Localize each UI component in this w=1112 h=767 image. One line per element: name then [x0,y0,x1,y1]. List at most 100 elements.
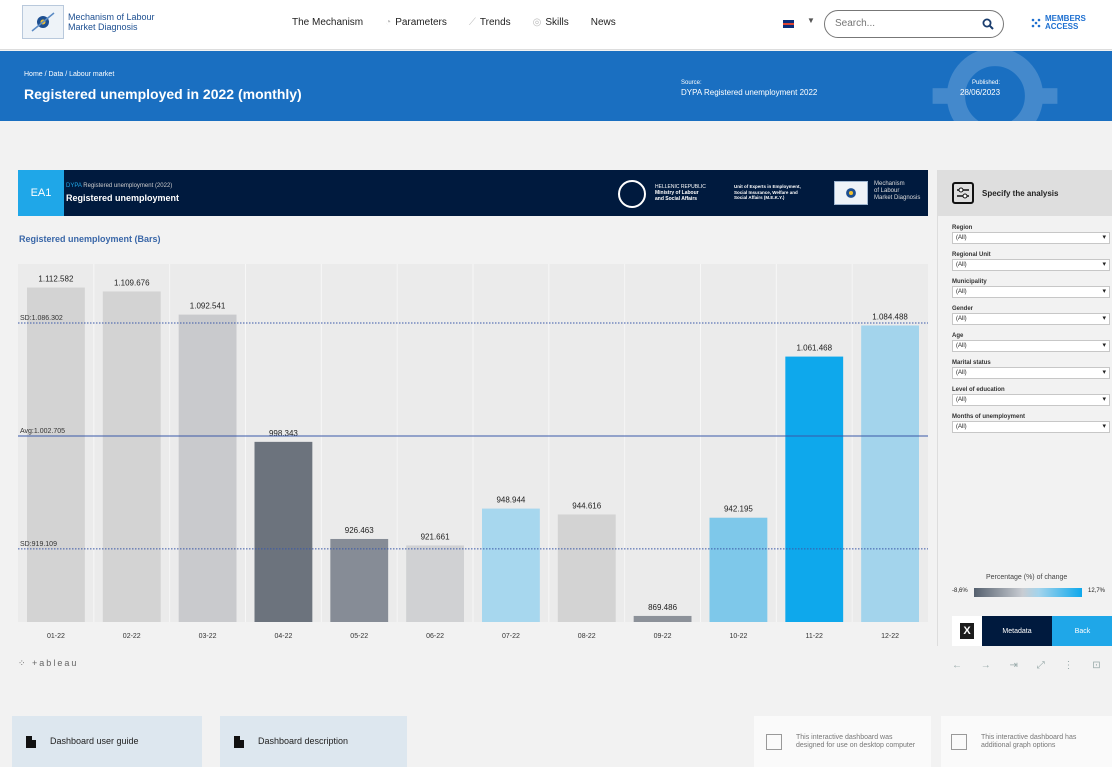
dashboard-banner: EA1 DYPA Registered unemployment (2022) … [18,170,928,216]
bar[interactable] [482,508,540,622]
bar[interactable] [178,314,237,622]
no-mobile-icon [766,733,782,750]
filter-dropdown[interactable]: (All) [952,313,1110,325]
filter-months-unemployment: Months of unemployment (All) [952,414,1110,433]
uk-flag-icon[interactable] [783,20,794,28]
description-label: Dashboard description [258,736,349,746]
x-tick-label: 06-22 [426,633,444,640]
nav-trends[interactable]: ⟋ Trends [469,17,511,28]
bar[interactable] [633,615,692,622]
x-tick-label: 01-22 [47,633,65,640]
bar[interactable] [861,325,919,622]
members-label-line2: ACCESS [1045,22,1079,31]
x-tick-label: 12-22 [881,633,899,640]
nav-label: Parameters [395,17,447,28]
metadata-button[interactable]: Metadata [982,616,1052,646]
bar[interactable] [102,291,161,622]
filter-dropdown[interactable]: (All) [952,421,1110,433]
x-tick-label: 02-22 [123,633,141,640]
color-legend-min: -8,6% [952,588,968,594]
pdf-icon [26,735,36,748]
filter-label: Regional Unit [952,252,991,258]
description-card[interactable]: Dashboard description [220,716,407,767]
excel-export-icon[interactable]: X [952,616,982,646]
dashboard-code: EA1 [18,170,64,216]
bar[interactable] [557,514,616,622]
mech-line: Market Diagnosis [874,195,921,201]
pdf-icon [234,735,244,748]
hellenic-emblem-icon [618,180,646,208]
bar-value-label: 948.944 [496,496,525,505]
gear-logo-icon [22,5,64,39]
color-legend-max: 12,7% [1088,588,1106,594]
x-tick-label: 09-22 [654,633,672,640]
filter-dropdown[interactable]: (All) [952,259,1110,271]
bar-value-label: 1.061.468 [796,344,832,353]
filter-dropdown[interactable]: (All) [952,286,1110,298]
search-icon[interactable] [982,18,994,30]
user-guide-card[interactable]: Dashboard user guide [12,716,202,767]
bar-value-label: 926.463 [345,526,374,535]
ministry-text: HELLENIC REPUBLIC Ministry of Labour and… [655,184,727,202]
x-tick-label: 04-22 [274,633,292,640]
filter-gender: Gender (All) [952,306,1110,325]
x-tick-label: 08-22 [578,633,596,640]
brain-icon: ◎ [532,17,542,28]
members-access-link[interactable]: MEMBERS ACCESS [1030,15,1086,31]
bar[interactable] [330,538,389,622]
trend-icon: ⟋ [468,17,476,28]
x-tick-label: 10-22 [729,633,747,640]
search-input[interactable] [835,18,975,29]
reference-line-label: SD:919.109 [20,541,57,548]
filter-dropdown[interactable]: (All) [952,232,1110,244]
nav-label: Trends [479,17,511,28]
desktop-note-card: This interactive dashboard was designed … [754,716,931,767]
bar[interactable] [785,356,844,622]
nav-parameters[interactable]: ◔ Parameters [385,17,447,28]
bar-value-label: 869.486 [648,603,677,612]
bar-value-label: 944.616 [572,501,601,510]
specify-analysis-header[interactable]: Specify the analysis [938,170,1112,216]
mech-line: Mechanism [874,181,905,187]
bar[interactable] [27,287,85,622]
back-button[interactable]: Back [1052,616,1112,646]
filter-dropdown[interactable]: (All) [952,340,1110,352]
breadcrumb[interactable]: Home / Data / Labour market [24,71,114,78]
x-tick-label: 05-22 [350,633,368,640]
tableau-toolbar[interactable]: ← → ⇥ ⤢ ⋮ ⊡ [952,660,1109,671]
filter-label: Age [952,333,964,339]
graph-note-card: This interactive dashboard has additiona… [941,716,1112,767]
graph-options-icon [951,733,967,750]
banner-subtitle: DYPA Registered unemployment (2022) [66,183,172,189]
bar[interactable] [709,517,768,622]
filter-municipality: Municipality (All) [952,279,1110,298]
bar-value-label: 998.343 [269,429,298,438]
bar-value-label: 1.092.541 [190,302,226,311]
bar-chart-svg: 1.112.582 01-22 1.109.676 02-22 1.092.541 03-… [18,264,928,640]
nav-the-mechanism[interactable]: The Mechanism [292,17,363,28]
page-title: Registered unemployed in 2022 (monthly) [24,86,302,102]
mech-line: of Labour [874,188,900,194]
bar-value-label: 1.084.488 [872,312,908,321]
desktop-note-text: This interactive dashboard was designed … [796,733,916,749]
nav-skills[interactable]: ◎ Skills [533,17,569,28]
sliders-icon [952,182,974,204]
site-logo[interactable]: Mechanism of Labour Market Diagnosis [22,5,158,39]
nav-news[interactable]: News [591,17,616,28]
filter-regional-unit: Regional Unit (All) [952,252,1110,271]
bar[interactable] [406,545,464,622]
filter-dropdown[interactable]: (All) [952,394,1110,406]
graph-note-text: This interactive dashboard has additiona… [981,733,1077,749]
filter-label: Level of education [952,387,1005,393]
nav-label: Skills [545,17,569,28]
filter-region: Region (All) [952,225,1110,244]
chevron-down-icon[interactable]: ▼ [807,16,815,25]
reference-line-label: Avg:1.002.705 [20,428,65,435]
filter-education: Level of education (All) [952,387,1110,406]
filter-label: Marital status [952,360,991,366]
tableau-logo[interactable]: ⁘ +ableau [18,658,78,669]
filter-dropdown[interactable]: (All) [952,367,1110,379]
bar[interactable] [254,441,313,622]
filter-label: Municipality [952,279,987,285]
banner-title: Registered unemployment [66,193,180,203]
